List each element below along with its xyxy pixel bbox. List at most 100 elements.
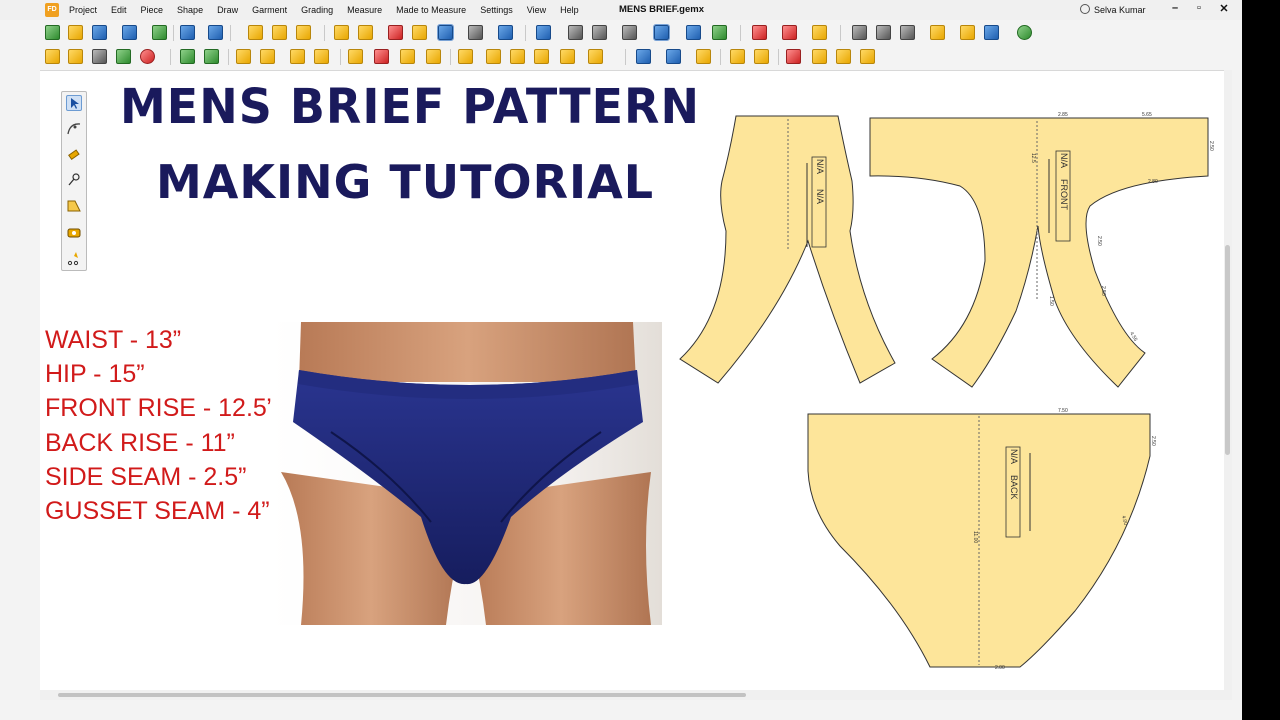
piece-label-1: N/A bbox=[1059, 153, 1069, 168]
pattern-piece-front[interactable]: N/A FRONT 2.85 5.65 2.50 2.50 2.50 12.5 … bbox=[869, 112, 1214, 388]
settings-icon[interactable] bbox=[960, 25, 975, 40]
zoom-in-icon[interactable] bbox=[248, 25, 263, 40]
slider-icon[interactable] bbox=[622, 25, 637, 40]
open-folder-icon[interactable] bbox=[68, 25, 83, 40]
horizontal-scrollbar[interactable] bbox=[40, 690, 1232, 700]
layer-icon[interactable] bbox=[653, 24, 670, 41]
plot-icon[interactable] bbox=[852, 25, 867, 40]
menu-edit[interactable]: Edit bbox=[104, 5, 134, 15]
help-icon[interactable] bbox=[1017, 25, 1032, 40]
split-icon[interactable] bbox=[204, 49, 219, 64]
menu-bar: FD Project Edit Piece Shape Draw Garment… bbox=[0, 0, 1242, 20]
rotate-icon[interactable] bbox=[290, 49, 305, 64]
piece-label-2: N/A bbox=[815, 189, 825, 204]
user-account[interactable]: Selva Kumar bbox=[1080, 4, 1146, 15]
scroll-thumb[interactable] bbox=[58, 693, 746, 697]
measure-ruler-icon[interactable] bbox=[358, 25, 373, 40]
fullness-icon[interactable] bbox=[486, 49, 501, 64]
menu-view[interactable]: View bbox=[520, 5, 553, 15]
work-area[interactable]: MENS BRIEF PATTERN MAKING TUTORIAL WAIST… bbox=[40, 70, 1232, 691]
piece-label-1: N/A bbox=[815, 159, 825, 174]
tag-icon[interactable] bbox=[754, 49, 769, 64]
copy-piece-icon[interactable] bbox=[236, 49, 251, 64]
forward-icon[interactable] bbox=[696, 49, 711, 64]
flip-icon[interactable] bbox=[260, 49, 275, 64]
menu-grading[interactable]: Grading bbox=[294, 5, 340, 15]
drill-icon[interactable] bbox=[786, 49, 801, 64]
cutter-icon[interactable] bbox=[876, 25, 891, 40]
dxf-icon[interactable] bbox=[984, 25, 999, 40]
grade-open-icon[interactable] bbox=[68, 49, 83, 64]
dimension-label: 2.80 bbox=[1148, 179, 1158, 185]
match-icon[interactable] bbox=[782, 25, 797, 40]
restore-button[interactable]: ▫ bbox=[1191, 2, 1207, 14]
piece-scale-icon[interactable] bbox=[468, 25, 483, 40]
notch-icon[interactable] bbox=[752, 25, 767, 40]
left-margin bbox=[0, 70, 40, 720]
open-old-icon[interactable] bbox=[92, 25, 107, 40]
open-piece-icon[interactable] bbox=[45, 49, 60, 64]
pattern-piece-side[interactable]: N/A N/A bbox=[679, 115, 896, 384]
play-icon[interactable] bbox=[498, 25, 513, 40]
piece-grade-icon[interactable] bbox=[437, 24, 454, 41]
undo-icon[interactable] bbox=[180, 25, 195, 40]
pleat-icon[interactable] bbox=[458, 49, 473, 64]
export-icon[interactable] bbox=[930, 25, 945, 40]
redo-icon[interactable] bbox=[208, 25, 223, 40]
fold-icon[interactable] bbox=[666, 49, 681, 64]
save-icon[interactable] bbox=[122, 25, 137, 40]
rect-icon[interactable] bbox=[836, 49, 851, 64]
scroll-thumb[interactable] bbox=[1225, 245, 1230, 455]
hierarchy-icon[interactable] bbox=[152, 25, 167, 40]
new-project-icon[interactable] bbox=[45, 25, 60, 40]
menu-garment[interactable]: Garment bbox=[245, 5, 294, 15]
dart-icon[interactable] bbox=[426, 49, 441, 64]
view-eye-icon[interactable] bbox=[592, 25, 607, 40]
dimension-label: 11.00 bbox=[972, 531, 978, 543]
table-icon[interactable] bbox=[860, 49, 875, 64]
marker-edit-icon[interactable] bbox=[812, 49, 827, 64]
contour-icon[interactable] bbox=[510, 49, 525, 64]
menu-help[interactable]: Help bbox=[553, 5, 586, 15]
marker-icon[interactable] bbox=[536, 25, 551, 40]
mark-icon[interactable] bbox=[560, 49, 575, 64]
menu-piece[interactable]: Piece bbox=[134, 5, 171, 15]
dimension-label: 2.00 bbox=[995, 665, 1005, 671]
menu-settings[interactable]: Settings bbox=[473, 5, 520, 15]
zoom-fit-icon[interactable] bbox=[272, 25, 287, 40]
mirror-icon[interactable] bbox=[314, 49, 329, 64]
merge-icon[interactable] bbox=[180, 49, 195, 64]
zoom-icon[interactable] bbox=[296, 25, 311, 40]
delete-bin-icon[interactable] bbox=[116, 49, 131, 64]
grid-icon[interactable] bbox=[568, 25, 583, 40]
seam-icon[interactable] bbox=[348, 49, 363, 64]
align-icon[interactable] bbox=[534, 49, 549, 64]
symmetry-icon[interactable] bbox=[636, 49, 651, 64]
status-bar bbox=[40, 700, 1242, 720]
main-toolbar bbox=[40, 21, 1242, 45]
menu-project[interactable]: Project bbox=[62, 5, 104, 15]
walk-icon[interactable] bbox=[712, 25, 727, 40]
menu-measure[interactable]: Measure bbox=[340, 5, 389, 15]
menu-shape[interactable]: Shape bbox=[170, 5, 210, 15]
menu-draw[interactable]: Draw bbox=[210, 5, 245, 15]
pattern-piece-back[interactable]: N/A BACK 7.50 2.50 11.00 4.00 2.00 bbox=[807, 408, 1156, 671]
menu-made-to-measure[interactable]: Made to Measure bbox=[389, 5, 473, 15]
grade-rule-icon[interactable] bbox=[812, 25, 827, 40]
app-logo-icon[interactable]: FD bbox=[45, 3, 59, 17]
cut-piece-icon[interactable] bbox=[686, 25, 701, 40]
piece-icon[interactable] bbox=[388, 25, 403, 40]
scissors-icon[interactable] bbox=[92, 49, 107, 64]
seam-corner-icon[interactable] bbox=[374, 49, 389, 64]
vertical-scrollbar[interactable] bbox=[1224, 70, 1232, 690]
button-hole-icon[interactable] bbox=[588, 49, 603, 64]
piece-copy-icon[interactable] bbox=[412, 25, 427, 40]
color-wheel-icon[interactable] bbox=[140, 49, 155, 64]
text-tool-icon[interactable] bbox=[334, 25, 349, 40]
minimize-button[interactable]: – bbox=[1167, 2, 1183, 14]
print-icon[interactable] bbox=[900, 25, 915, 40]
close-button[interactable]: ✕ bbox=[1216, 2, 1232, 15]
app-window: FD Project Edit Piece Shape Draw Garment… bbox=[0, 0, 1242, 720]
seam-edit-icon[interactable] bbox=[400, 49, 415, 64]
cross-icon[interactable] bbox=[730, 49, 745, 64]
